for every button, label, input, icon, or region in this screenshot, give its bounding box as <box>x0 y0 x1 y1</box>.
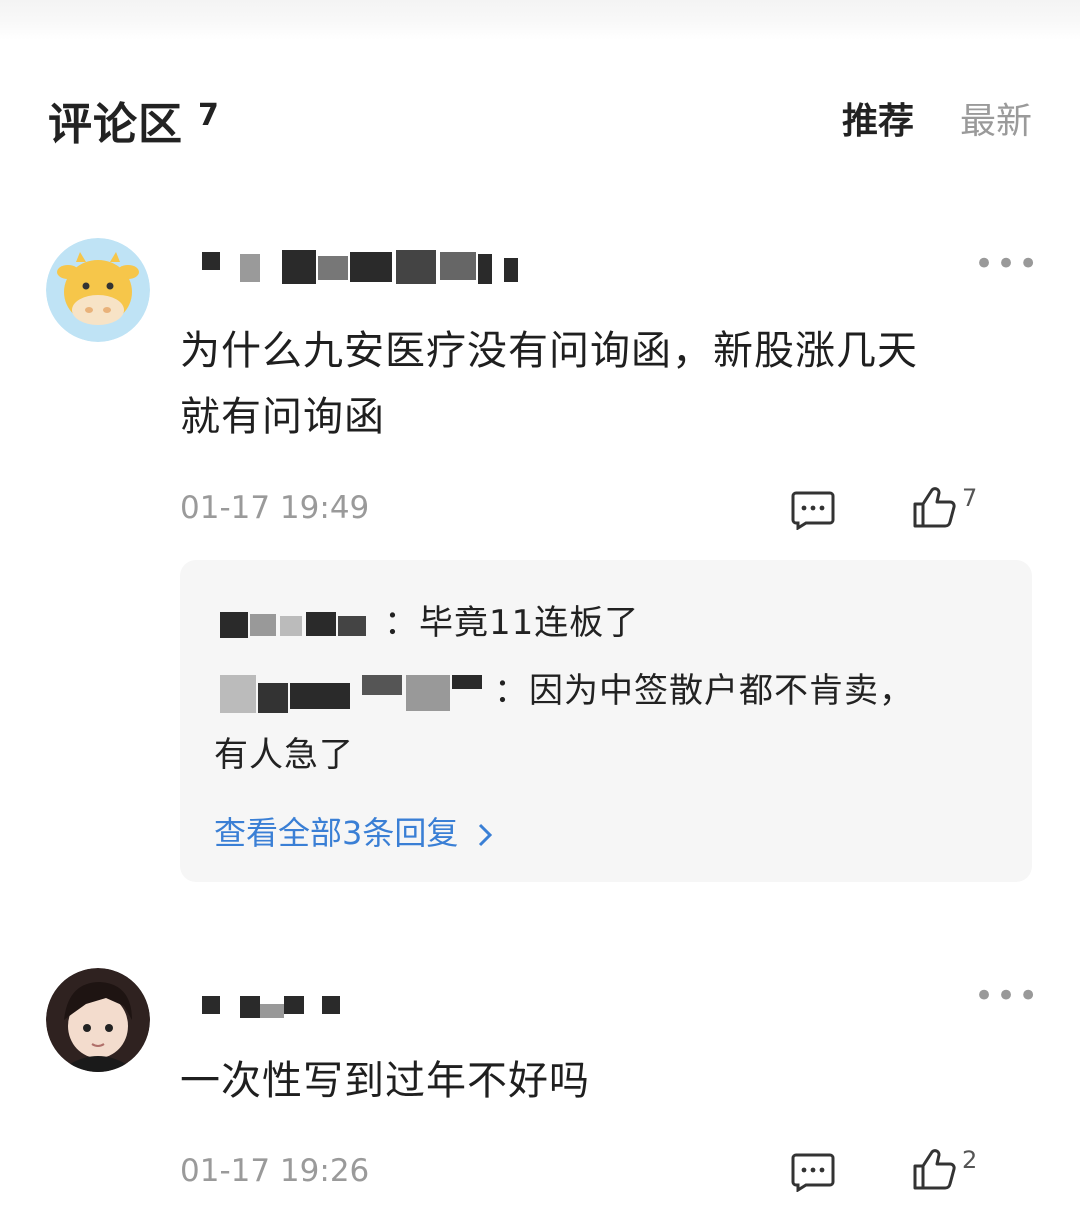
comment-section-header: 评论区 7 推荐 最新 <box>48 84 1032 150</box>
reply-preview-box[interactable]: ：毕竟11连板了 ：因为中签散户都不肯卖， 有人急了 查看全部3条回复 <box>180 560 1032 882</box>
username-obscured[interactable] <box>196 248 526 288</box>
comment-text-line: 为什么九安医疗没有问询函，新股涨几天 <box>180 328 918 374</box>
comment-text-line: 就有问询函 <box>180 394 385 440</box>
comment-text-line: 一次性写到过年不好吗 <box>180 1058 590 1104</box>
comment-content: 一次性写到过年不好吗 <box>180 1048 1040 1114</box>
reply-text: ：毕竟11连板了 <box>384 603 640 643</box>
chevron-right-icon <box>478 823 492 847</box>
reply-comment-icon[interactable] <box>790 490 836 534</box>
like-count: 2 <box>962 1146 978 1174</box>
thumbs-up-icon[interactable] <box>912 484 958 534</box>
reply-username-obscured[interactable] <box>214 671 494 715</box>
reply-item: ：毕竟11连板了 <box>214 592 639 654</box>
section-title: 评论区 <box>48 99 183 150</box>
comment-time: 01-17 19:49 <box>180 490 370 526</box>
tab-recommended[interactable]: 推荐 <box>842 92 914 144</box>
tab-latest[interactable]: 最新 <box>960 92 1032 144</box>
comment-count: 7 <box>198 98 219 133</box>
cow-avatar-icon[interactable] <box>46 238 150 342</box>
reply-comment-icon[interactable] <box>790 1152 836 1196</box>
comment-content: 为什么九安医疗没有问询函，新股涨几天 就有问询函 <box>180 318 1040 450</box>
thumbs-up-icon[interactable] <box>912 1146 958 1196</box>
view-all-replies-link[interactable]: 查看全部3条回复 <box>214 808 495 854</box>
more-options-icon[interactable]: ••• <box>974 244 1040 284</box>
reply-continuation: 有人急了 <box>214 735 354 775</box>
more-options-icon[interactable]: ••• <box>974 976 1040 1016</box>
reply-item: ：因为中签散户都不肯卖， <box>214 660 914 722</box>
cartoon-person-avatar-icon[interactable] <box>46 968 150 1072</box>
reply-text: ：因为中签散户都不肯卖， <box>494 671 914 711</box>
top-edge <box>0 0 1080 40</box>
view-all-replies-label: 查看全部3条回复 <box>214 814 459 852</box>
username-obscured[interactable] <box>196 990 356 1030</box>
like-count: 7 <box>962 484 978 512</box>
comment-time: 01-17 19:26 <box>180 1153 370 1189</box>
reply-username-obscured[interactable] <box>214 608 384 642</box>
